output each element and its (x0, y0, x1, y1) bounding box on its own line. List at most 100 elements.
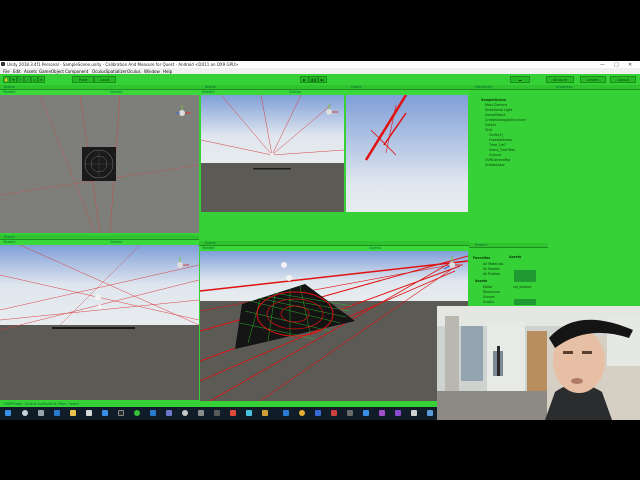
app-icon[interactable] (315, 410, 321, 416)
tab-project[interactable]: Project (475, 243, 487, 247)
calc-icon[interactable] (214, 410, 220, 416)
tab-scene-main[interactable]: Scene (205, 241, 216, 245)
unity-logo-icon (1, 62, 5, 66)
project-folder[interactable]: Assets (475, 279, 487, 283)
tab-scene-top[interactable]: Scene (205, 85, 216, 89)
hierarchy-item[interactable]: Circle(1) (489, 133, 503, 137)
app-icon[interactable] (246, 410, 252, 416)
tab-inspector[interactable]: Inspector (556, 85, 572, 89)
hierarchy-root[interactable]: SampleScene (481, 98, 506, 102)
assets-breadcrumb[interactable]: Assets (509, 255, 521, 259)
hierarchy-item[interactable]: Sumo_TimeText (489, 148, 515, 152)
layout-dropdown[interactable]: Layout (610, 76, 636, 83)
project-folder[interactable]: Editor (483, 285, 493, 289)
tab-scene-bottom[interactable]: Scene (4, 235, 15, 239)
scene-panel-top-left: Scene Shaded Gizmos (0, 85, 199, 233)
scene-panel-top-middle: Scene Shaded Gizmos (199, 85, 345, 241)
app-icon[interactable] (379, 410, 385, 416)
webcam-feed (437, 306, 640, 420)
visual-studio-icon[interactable] (395, 410, 401, 416)
scene-panel-bottom-left: Scene Shaded Gizmos (0, 233, 199, 401)
side-viewport (0, 245, 199, 400)
scene-panel-main: Scene Shaded Gizmos (199, 241, 469, 401)
asset-label: col_shaded (513, 285, 532, 289)
hierarchy-item[interactable]: GameObject (485, 113, 506, 117)
file-explorer-icon[interactable] (70, 410, 76, 416)
chrome-icon[interactable] (299, 410, 305, 416)
start-icon[interactable] (5, 410, 11, 416)
pause-button[interactable]: ❚❚ (309, 76, 318, 83)
app-icon[interactable] (347, 410, 353, 416)
terminal-icon[interactable] (118, 410, 124, 416)
app-icon[interactable] (427, 410, 433, 416)
hierarchy-item[interactable]: Center (485, 123, 496, 127)
asset-thumbnail[interactable] (514, 299, 536, 305)
unity-icon[interactable] (86, 410, 92, 416)
pivot-toggle[interactable]: Pivot (72, 76, 94, 83)
main-toolbar: ✋ ✥ ↻ ⤢ ▭ ⊕ Pivot Local ▶ ❚❚ ▶| ☁ Accoun… (0, 74, 640, 85)
window-title: Unity 2018.3.4f1 Personal - SampleScene.… (7, 62, 239, 67)
project-folder-tree: Favorites All Materials All Models All P… (469, 253, 505, 313)
game-view[interactable] (346, 95, 468, 212)
app-icon[interactable] (331, 410, 337, 416)
app-icon[interactable] (230, 410, 236, 416)
asset-thumbnail[interactable] (514, 270, 536, 282)
rotate-tool-button[interactable]: ↻ (17, 76, 24, 83)
app-icon[interactable] (411, 410, 417, 416)
project-folder[interactable]: All Prefabs (483, 272, 500, 276)
project-folder[interactable]: Resources (483, 290, 500, 294)
settings-icon[interactable] (198, 410, 204, 416)
game-panel: Game (345, 85, 469, 241)
hierarchy-item[interactable]: CreateLaser (485, 163, 505, 167)
tab-hierarchy[interactable]: Hierarchy (475, 85, 492, 89)
account-dropdown[interactable]: Account (546, 76, 574, 83)
rect-tool-button[interactable]: ▭ (31, 76, 38, 83)
edge-icon[interactable] (54, 410, 60, 416)
scene-view-top-down[interactable] (0, 95, 199, 233)
hierarchy-item[interactable]: Directional Light (485, 108, 512, 112)
scene-view-side[interactable] (0, 245, 199, 400)
transform-tool-button[interactable]: ⊕ (38, 76, 45, 83)
hierarchy-item[interactable]: Time_1m? (489, 143, 506, 147)
app-icon[interactable] (262, 410, 268, 416)
scene-view-main[interactable] (200, 251, 468, 401)
tab-game[interactable]: Game (351, 85, 361, 89)
scale-tool-button[interactable]: ⤢ (24, 76, 31, 83)
xbox-icon[interactable] (134, 410, 140, 416)
step-button[interactable]: ▶| (318, 76, 327, 83)
inspector-panel: Inspector (548, 85, 640, 241)
play-button[interactable]: ▶ (300, 76, 309, 83)
project-folder[interactable]: Scenes (483, 295, 495, 299)
windows-taskbar (0, 407, 440, 420)
project-folder[interactable]: All Materials (483, 262, 503, 266)
hierarchy-panel: Hierarchy SampleScene Main Camera Direct… (469, 85, 548, 241)
local-toggle[interactable]: Local (94, 76, 116, 83)
project-folder[interactable]: Scripts (483, 300, 494, 304)
scene-view-perspective[interactable] (201, 95, 344, 212)
app-icon[interactable] (363, 410, 369, 416)
hand-tool-button[interactable]: ✋ (3, 76, 10, 83)
tab-scene[interactable]: Scene (4, 85, 15, 89)
top-down-viewport (0, 95, 199, 233)
hierarchy-item[interactable]: OVRCameraRig (485, 158, 510, 162)
photos-icon[interactable] (166, 410, 172, 416)
search-icon[interactable] (22, 410, 28, 416)
vscode-icon[interactable] (283, 410, 289, 416)
store-icon[interactable] (102, 410, 108, 416)
hierarchy-item[interactable]: Grid (485, 128, 492, 132)
game-viewport (346, 95, 468, 212)
hierarchy-item[interactable]: ForwardArrow (489, 138, 512, 142)
layers-dropdown[interactable]: Layers (580, 76, 606, 83)
hierarchy-item[interactable]: Main Camera (485, 103, 507, 107)
main-viewport (200, 251, 468, 401)
clock-icon[interactable] (182, 410, 188, 416)
hierarchy-tree: SampleScene Main Camera Directional Ligh… (469, 90, 548, 241)
window-titlebar: Unity 2018.3.4f1 Personal - SampleScene.… (0, 61, 640, 68)
hierarchy-item[interactable]: CreateGeologicStructure (485, 118, 526, 122)
move-tool-button[interactable]: ✥ (10, 76, 17, 83)
project-folder[interactable]: All Models (483, 267, 500, 271)
collab-button[interactable]: ☁ (510, 76, 530, 83)
mail-icon[interactable] (150, 410, 156, 416)
hierarchy-item[interactable]: Ground (489, 153, 501, 157)
task-view-icon[interactable] (38, 410, 44, 416)
